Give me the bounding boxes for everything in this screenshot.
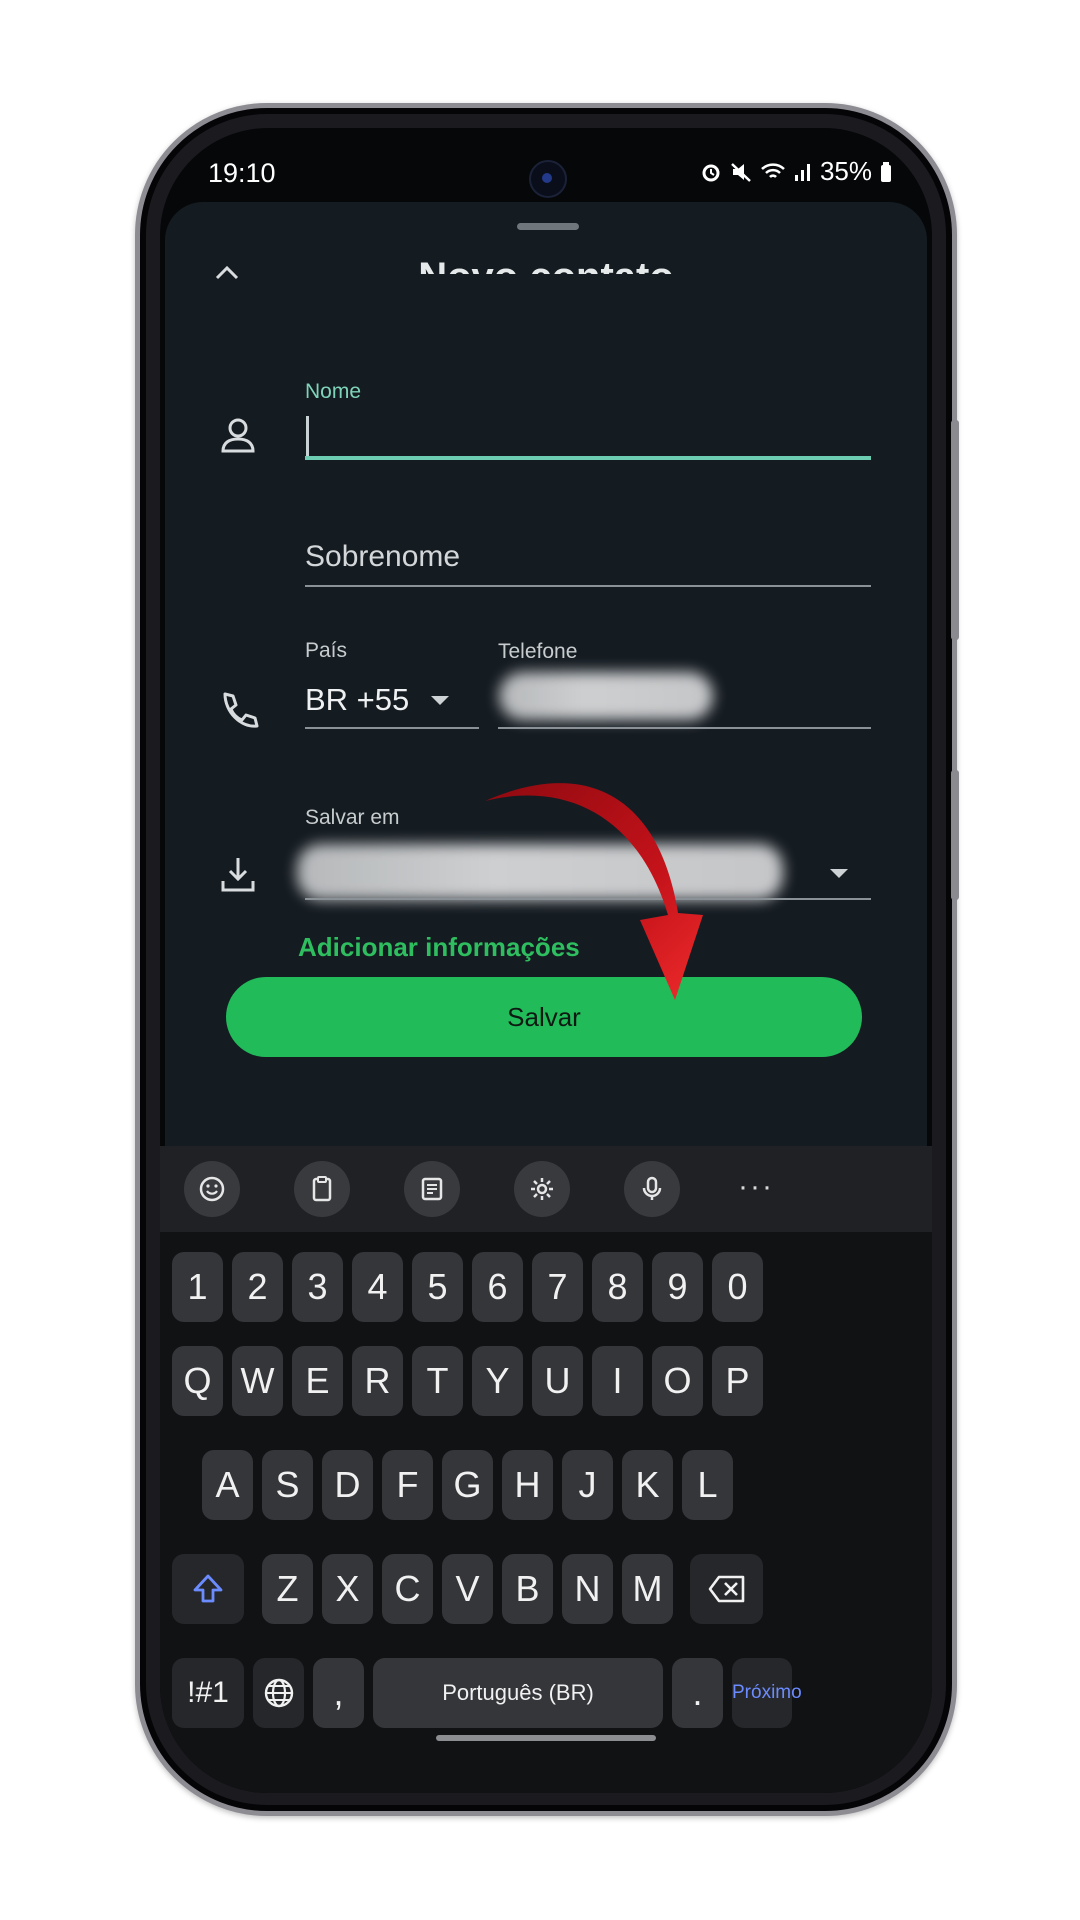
key-s[interactable]: S bbox=[262, 1450, 313, 1520]
backspace-icon bbox=[708, 1575, 744, 1603]
globe-icon bbox=[264, 1678, 293, 1708]
status-icons: 35% bbox=[700, 156, 892, 187]
shift-key[interactable] bbox=[172, 1554, 244, 1624]
key-t[interactable]: T bbox=[412, 1346, 463, 1416]
pais-dropdown-icon[interactable] bbox=[431, 696, 449, 705]
save-button[interactable]: Salvar bbox=[226, 977, 862, 1057]
key-j[interactable]: J bbox=[562, 1450, 613, 1520]
key-5[interactable]: 5 bbox=[412, 1252, 463, 1322]
key-p[interactable]: P bbox=[712, 1346, 763, 1416]
key-8[interactable]: 8 bbox=[592, 1252, 643, 1322]
sobrenome-field[interactable]: Sobrenome bbox=[305, 540, 460, 574]
key-l[interactable]: L bbox=[682, 1450, 733, 1520]
key-f[interactable]: F bbox=[382, 1450, 433, 1520]
download-icon bbox=[221, 858, 255, 892]
key-q[interactable]: Q bbox=[172, 1346, 223, 1416]
globe-key[interactable] bbox=[253, 1658, 304, 1728]
salvar-em-dropdown-icon[interactable] bbox=[830, 869, 848, 878]
phone-screen: 19:10 35% Novo contato Nome Sobrenome Pa… bbox=[160, 128, 932, 1793]
nome-field[interactable] bbox=[306, 416, 309, 456]
phone-icon bbox=[223, 692, 259, 728]
microphone-icon bbox=[642, 1176, 662, 1200]
space-key[interactable]: Português (BR) bbox=[373, 1658, 663, 1728]
wifi-icon bbox=[761, 162, 785, 178]
text-edit-button[interactable] bbox=[404, 1161, 460, 1217]
keyboard: ··· 1 2 3 4 5 6 7 8 9 0 Q W E R T Y U I … bbox=[160, 1146, 932, 1793]
battery-icon bbox=[881, 161, 891, 182]
key-1[interactable]: 1 bbox=[172, 1252, 223, 1322]
key-7[interactable]: 7 bbox=[532, 1252, 583, 1322]
emoji-button[interactable] bbox=[184, 1161, 240, 1217]
key-h[interactable]: H bbox=[502, 1450, 553, 1520]
emoji-icon bbox=[199, 1176, 225, 1202]
status-time: 19:10 bbox=[208, 158, 276, 188]
person-icon bbox=[221, 418, 255, 453]
page-title: Novo contato bbox=[165, 236, 927, 274]
pais-label: País bbox=[305, 639, 348, 662]
key-3[interactable]: 3 bbox=[292, 1252, 343, 1322]
key-2[interactable]: 2 bbox=[232, 1252, 283, 1322]
settings-button[interactable] bbox=[514, 1161, 570, 1217]
mute-icon bbox=[731, 162, 751, 182]
key-i[interactable]: I bbox=[592, 1346, 643, 1416]
text-edit-icon bbox=[421, 1177, 443, 1201]
key-m[interactable]: M bbox=[622, 1554, 673, 1624]
nome-label: Nome bbox=[305, 380, 362, 403]
key-x[interactable]: X bbox=[322, 1554, 373, 1624]
pais-select[interactable]: BR +55 bbox=[305, 682, 409, 718]
key-c[interactable]: C bbox=[382, 1554, 433, 1624]
sobrenome-underline bbox=[305, 585, 871, 587]
key-0[interactable]: 0 bbox=[712, 1252, 763, 1322]
telefone-label: Telefone bbox=[498, 640, 578, 663]
key-w[interactable]: W bbox=[232, 1346, 283, 1416]
power-button bbox=[951, 770, 959, 900]
key-r[interactable]: R bbox=[352, 1346, 403, 1416]
key-z[interactable]: Z bbox=[262, 1554, 313, 1624]
key-e[interactable]: E bbox=[292, 1346, 343, 1416]
backspace-key[interactable] bbox=[690, 1554, 763, 1624]
key-u[interactable]: U bbox=[532, 1346, 583, 1416]
shift-icon bbox=[193, 1574, 223, 1603]
key-9[interactable]: 9 bbox=[652, 1252, 703, 1322]
status-bar: 19:10 35% bbox=[160, 128, 932, 206]
key-g[interactable]: G bbox=[442, 1450, 493, 1520]
key-k[interactable]: K bbox=[622, 1450, 673, 1520]
key-n[interactable]: N bbox=[562, 1554, 613, 1624]
key-v[interactable]: V bbox=[442, 1554, 493, 1624]
salvar-em-select[interactable] bbox=[297, 844, 783, 900]
battery-percent: 35% bbox=[819, 156, 872, 186]
key-b[interactable]: B bbox=[502, 1554, 553, 1624]
settings-icon bbox=[531, 1178, 553, 1200]
clipboard-button[interactable] bbox=[294, 1161, 350, 1217]
pais-underline bbox=[305, 727, 479, 729]
key-6[interactable]: 6 bbox=[472, 1252, 523, 1322]
next-key[interactable]: Próximo bbox=[732, 1658, 802, 1728]
drag-handle[interactable] bbox=[517, 223, 579, 230]
volume-button bbox=[951, 420, 959, 640]
period-key[interactable]: . bbox=[672, 1658, 723, 1728]
clipboard-icon bbox=[312, 1176, 332, 1202]
front-camera bbox=[529, 160, 567, 198]
key-4[interactable]: 4 bbox=[352, 1252, 403, 1322]
microphone-button[interactable] bbox=[624, 1161, 680, 1217]
salvar-em-label: Salvar em bbox=[305, 806, 400, 829]
key-y[interactable]: Y bbox=[472, 1346, 523, 1416]
new-contact-sheet: Novo contato Nome Sobrenome País BR +55 … bbox=[165, 202, 927, 1146]
home-indicator[interactable] bbox=[436, 1735, 656, 1741]
key-o[interactable]: O bbox=[652, 1346, 703, 1416]
salvar-em-underline bbox=[305, 898, 871, 900]
alarm-icon bbox=[702, 164, 720, 181]
more-options-button[interactable]: ··· bbox=[738, 1170, 774, 1204]
key-d[interactable]: D bbox=[322, 1450, 373, 1520]
nome-underline bbox=[305, 456, 871, 460]
add-info-link[interactable]: Adicionar informações bbox=[298, 932, 580, 963]
telefone-field[interactable] bbox=[499, 672, 713, 720]
symbols-key[interactable]: !#1 bbox=[172, 1658, 244, 1728]
key-a[interactable]: A bbox=[202, 1450, 253, 1520]
telefone-underline bbox=[498, 727, 871, 729]
comma-key[interactable]: , bbox=[313, 1658, 364, 1728]
keyboard-toolbar: ··· bbox=[160, 1146, 932, 1232]
signal-icon bbox=[794, 163, 810, 181]
